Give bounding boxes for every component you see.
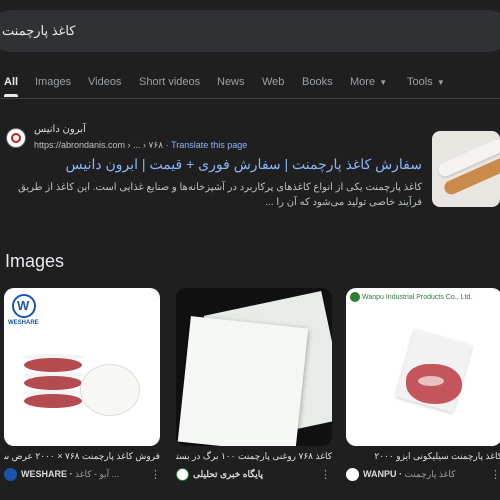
image-card-2[interactable]: [176, 288, 332, 446]
tab-more[interactable]: More ▼: [350, 76, 387, 88]
patty-shape: [24, 394, 82, 408]
paper-sheet-shape: [177, 316, 309, 446]
tab-web[interactable]: Web: [262, 76, 284, 88]
tab-books[interactable]: Books: [302, 76, 333, 88]
tab-tools[interactable]: Tools ▼: [407, 76, 445, 88]
image-source-3[interactable]: WANPU · کاغذ پارچمنت: [346, 468, 486, 484]
weshare-logo-icon: [12, 294, 36, 318]
wanpu-logo-icon: [350, 292, 360, 302]
weshare-favicon-icon: [4, 468, 17, 481]
source-sub: آیو - کاغذ ...: [75, 469, 120, 479]
wanpu-watermark: Wanpu Industrial Products Co., Ltd.: [362, 294, 473, 301]
tabs-divider: [0, 98, 500, 99]
tab-tools-label: Tools: [407, 76, 433, 88]
image-caption-1[interactable]: فروش کاغذ پارچمنت ۷۶۸ × ۲۰۰۰ عرض سیلیکون: [4, 451, 160, 462]
tab-videos[interactable]: Videos: [88, 76, 121, 88]
tab-short-videos[interactable]: Short videos: [139, 76, 200, 88]
site-favicon-icon[interactable]: [6, 128, 26, 148]
patty-shape: [24, 358, 82, 372]
source-name: پایگاه خبری تحلیلی: [193, 469, 263, 479]
tab-images[interactable]: Images: [35, 76, 71, 88]
patty-shape: [24, 376, 82, 390]
images-heading: Images: [5, 251, 65, 271]
tab-all[interactable]: All: [4, 76, 19, 97]
search-bar[interactable]: کاغذ پارچمنت: [0, 10, 500, 52]
image-caption-2[interactable]: کاغذ ۷۶۸ روغنی پارچمنت ۱۰۰ برگ در بسته: [176, 451, 332, 462]
source-sub: کاغذ پارچمنت: [404, 469, 456, 479]
more-options-icon[interactable]: ⋮: [490, 468, 500, 481]
parchment-roll-image[interactable]: [432, 131, 500, 207]
source-label: WESHARE: [21, 469, 68, 479]
source-name: WESHARE · آیو - کاغذ ...: [21, 469, 120, 479]
tab-more-label: More: [350, 76, 376, 88]
image-source-2[interactable]: پایگاه خبری تحلیلی: [176, 468, 316, 484]
result-snippet: کاغذ پارچمنت یکی از انواع کاغذهای پرکارب…: [18, 182, 422, 208]
source-name: WANPU · کاغذ پارچمنت: [363, 469, 456, 479]
more-options-icon[interactable]: ⋮: [320, 468, 331, 481]
weshare-logo-text: WESHARE: [8, 320, 39, 326]
tab-news[interactable]: News: [217, 76, 245, 88]
image-card-3[interactable]: Wanpu Industrial Products Co., Ltd.: [346, 288, 500, 446]
paper-disc-shape: [80, 364, 140, 416]
wanpu-favicon-icon: [346, 468, 359, 481]
chevron-down-icon: ▼: [377, 78, 388, 87]
chevron-down-icon: ▼: [434, 78, 445, 87]
result-url-text: https://abrondanis.com › ... › ۷۶۸: [34, 140, 164, 150]
source-label: WANPU: [363, 469, 397, 479]
site-favicon-icon: [176, 468, 189, 481]
search-input[interactable]: کاغذ پارچمنت: [2, 23, 75, 39]
result-url[interactable]: https://abrondanis.com › ... › ۷۶۸ · Tra…: [34, 140, 247, 151]
meat-shape: [406, 364, 462, 404]
search-tabs: All Images Videos Short videos News Web …: [0, 72, 500, 97]
image-caption-3[interactable]: کاغذ پارچمنت سیلیکونی ایزو ۲۰۰۰: [346, 451, 500, 462]
image-source-1[interactable]: WESHARE · آیو - کاغذ ...: [4, 468, 144, 484]
result-site-name[interactable]: آبرون دانیس: [34, 124, 86, 135]
image-card-1[interactable]: WESHARE: [4, 288, 160, 446]
result-title-link[interactable]: سفارش کاغذ پارچمنت | سفارش فوری + قیمت |…: [6, 156, 423, 173]
translate-link[interactable]: Translate this page: [171, 140, 247, 150]
more-options-icon[interactable]: ⋮: [150, 468, 161, 481]
